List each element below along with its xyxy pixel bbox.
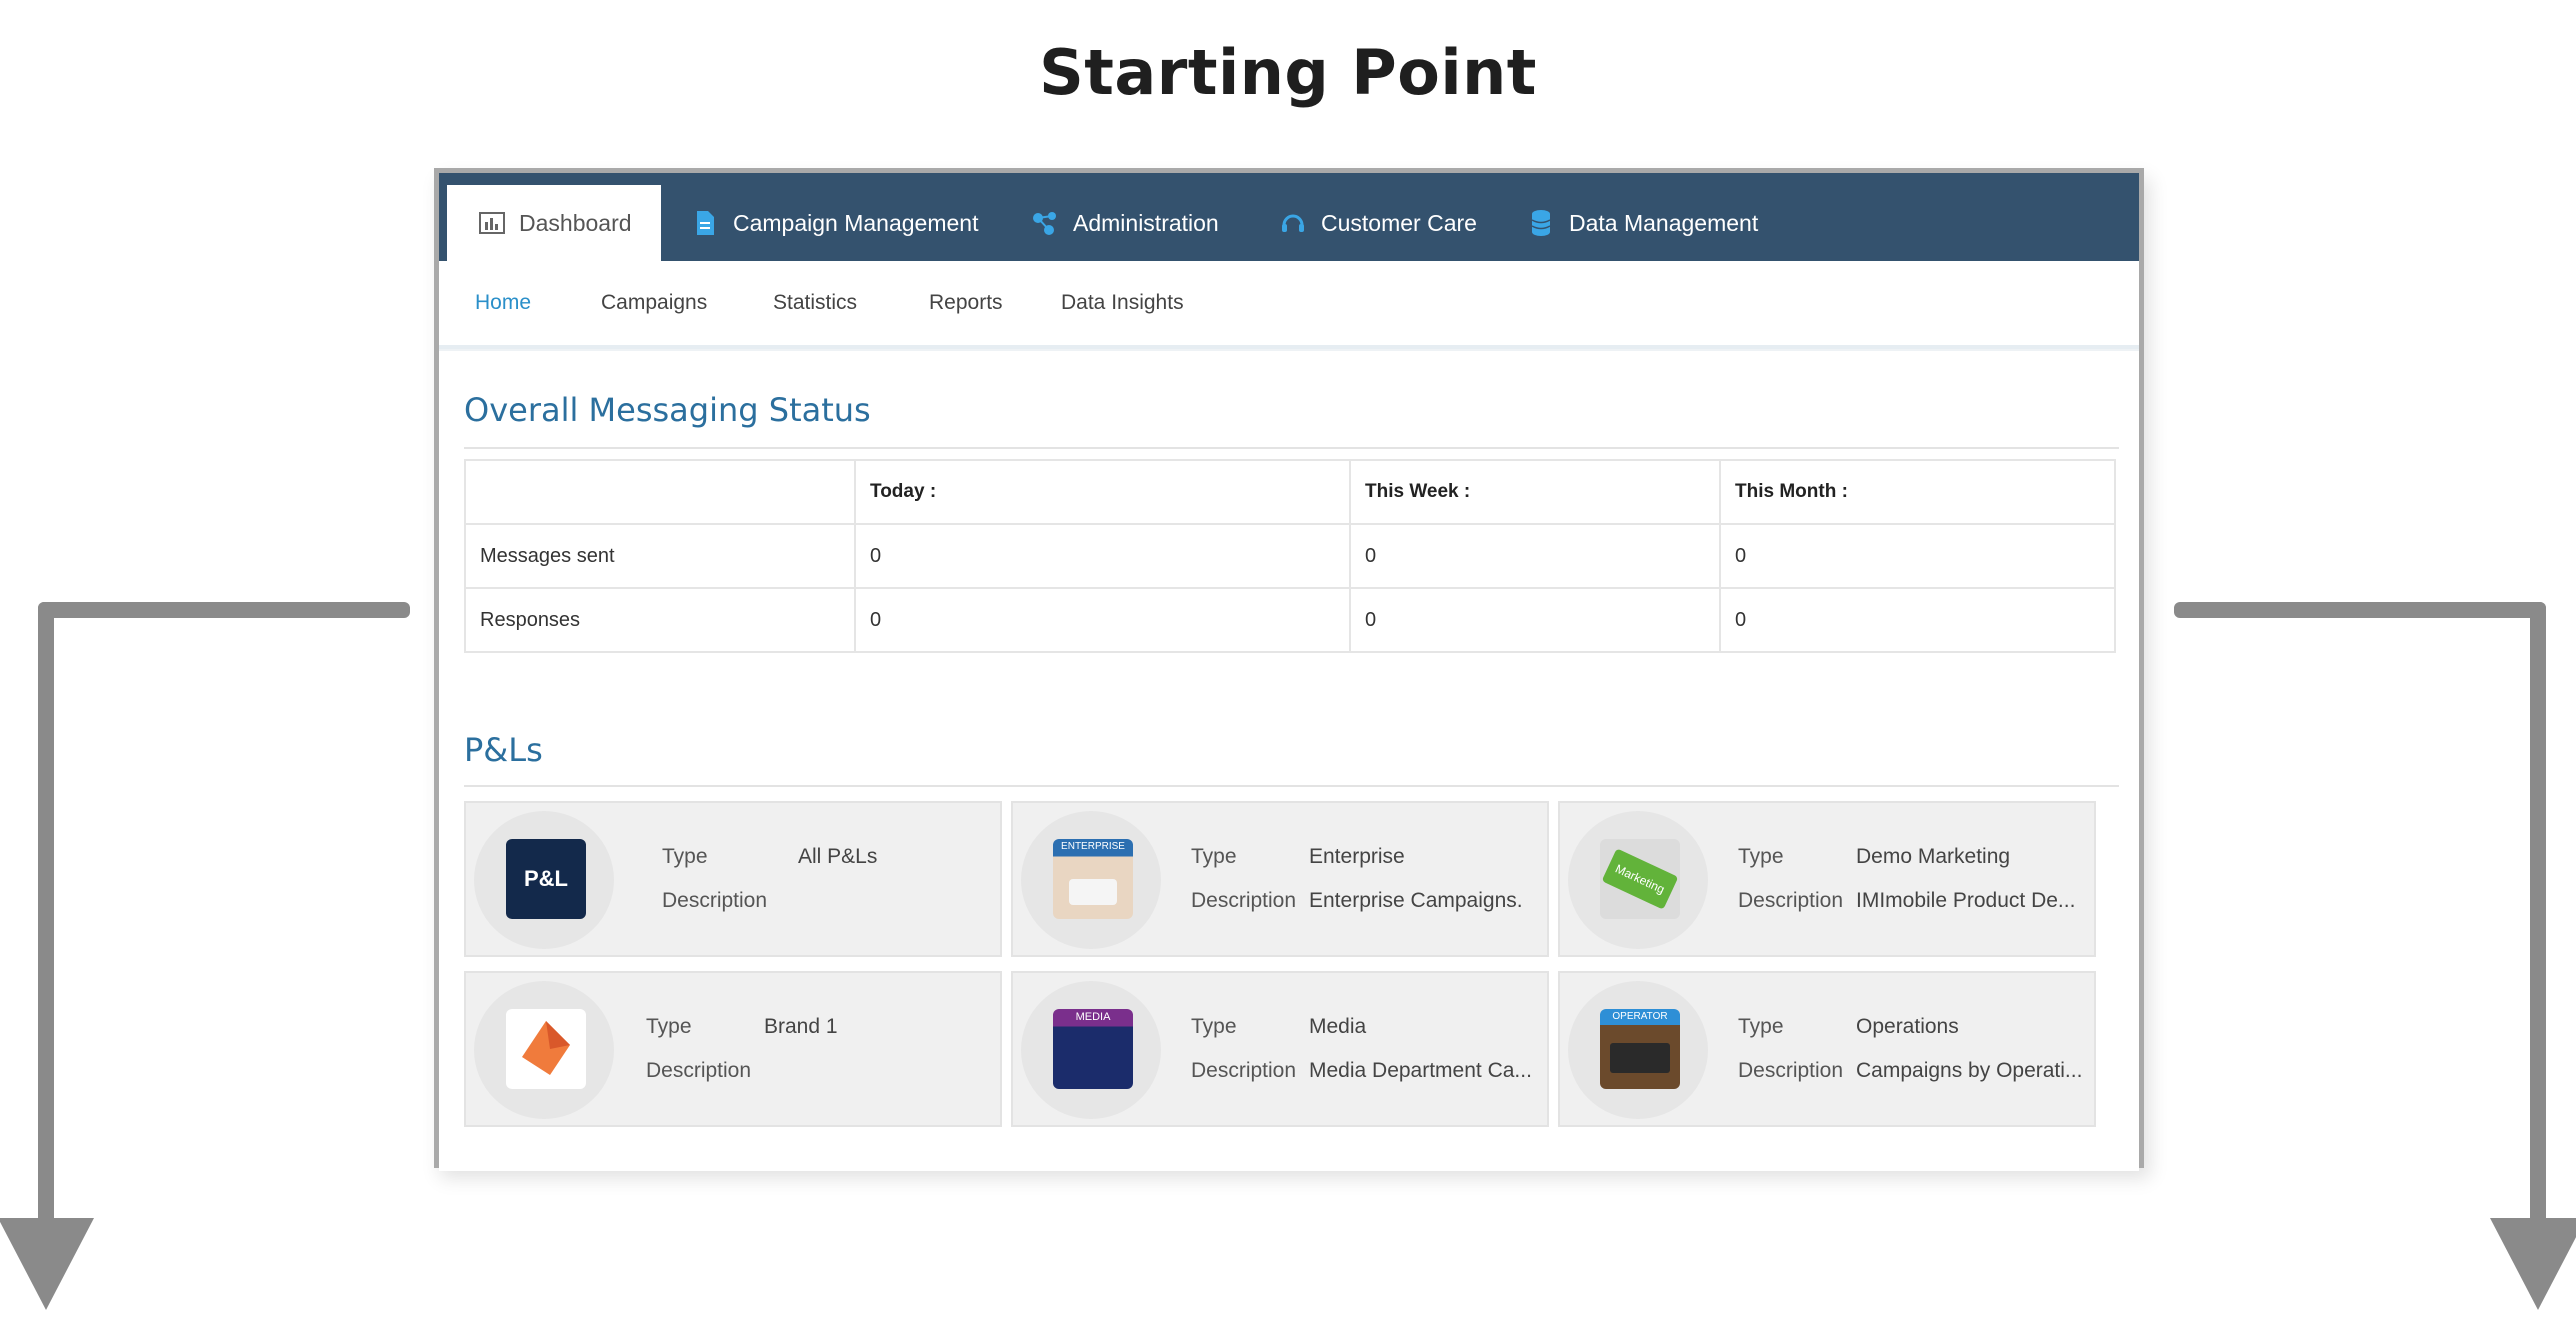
- tab-campaign-management[interactable]: Campaign Management: [691, 185, 978, 261]
- subtab-campaigns[interactable]: Campaigns: [601, 261, 707, 345]
- thumb-text: Marketing: [1601, 848, 1679, 910]
- thumb-text: ENTERPRISE: [1061, 841, 1125, 852]
- top-nav: Dashboard Campaign Management Administra…: [439, 173, 2139, 261]
- subtab-reports[interactable]: Reports: [929, 261, 1003, 345]
- thumb-text: OPERATOR: [1612, 1011, 1668, 1022]
- thumb-text: MEDIA: [1075, 1011, 1111, 1023]
- pl-logo-icon: P&L: [506, 839, 586, 919]
- cell-today: 0: [854, 587, 1351, 653]
- messaging-status-title: Overall Messaging Status: [464, 391, 871, 429]
- description-value: Enterprise Campaigns.: [1309, 889, 1523, 912]
- subtab-data-insights[interactable]: Data Insights: [1061, 261, 1184, 345]
- cell-week: 0: [1349, 523, 1721, 589]
- description-label: Description: [1191, 1059, 1297, 1082]
- subtab-statistics[interactable]: Statistics: [773, 261, 857, 345]
- column-header: This Month :: [1719, 459, 2116, 525]
- tab-label: Customer Care: [1321, 209, 1477, 236]
- pl-card-all[interactable]: P&L Type All P&Ls Description: [464, 801, 1002, 957]
- type-value: All P&Ls: [798, 845, 878, 868]
- description-label: Description: [662, 889, 768, 912]
- messaging-status-table: Today : This Week : This Month : Message…: [464, 459, 2116, 653]
- cell-week: 0: [1349, 587, 1721, 653]
- description-value: Media Department Ca...: [1309, 1059, 1532, 1082]
- sub-nav: Home Campaigns Statistics Reports Data I…: [439, 261, 2139, 349]
- database-icon: [1527, 209, 1555, 237]
- dashboard-content: Overall Messaging Status Today : This We…: [439, 349, 2139, 1171]
- app-window: Dashboard Campaign Management Administra…: [434, 168, 2144, 1171]
- tab-customer-care[interactable]: Customer Care: [1279, 185, 1477, 261]
- description-label: Description: [1738, 1059, 1844, 1082]
- table-row: Responses 0 0 0: [464, 587, 2116, 653]
- table-header-row: Today : This Week : This Month :: [464, 459, 2116, 525]
- document-icon: [691, 209, 719, 237]
- type-value: Media: [1309, 1015, 1367, 1038]
- table-row: Messages sent 0 0 0: [464, 523, 2116, 589]
- divider: [464, 785, 2119, 787]
- row-label: Responses: [464, 587, 856, 653]
- description-label: Description: [646, 1059, 752, 1082]
- column-header: Today :: [854, 459, 1351, 525]
- operator-image-icon: OPERATOR: [1600, 1009, 1680, 1089]
- description-value: IMImobile Product De...: [1856, 889, 2076, 912]
- type-label: Type: [1191, 1015, 1237, 1038]
- pls-title: P&Ls: [464, 731, 543, 769]
- row-label: Messages sent: [464, 523, 856, 589]
- marketing-keyboard-icon: Marketing: [1600, 839, 1680, 919]
- type-value: Operations: [1856, 1015, 1959, 1038]
- brand-logo-icon: [506, 1009, 586, 1089]
- tab-data-management[interactable]: Data Management: [1527, 185, 1758, 261]
- tab-label: Administration: [1073, 209, 1219, 236]
- tab-label: Dashboard: [519, 209, 632, 236]
- description-value: Campaigns by Operati...: [1856, 1059, 2083, 1082]
- pl-card-demo-marketing[interactable]: Marketing Type Demo Marketing Descriptio…: [1558, 801, 2096, 957]
- media-image-icon: MEDIA: [1053, 1009, 1133, 1089]
- type-label: Type: [646, 1015, 692, 1038]
- page-heading: Starting Point: [1039, 36, 1537, 109]
- type-label: Type: [662, 845, 708, 868]
- type-value: Enterprise: [1309, 845, 1405, 868]
- thumb-text: P&L: [524, 866, 568, 891]
- headset-icon: [1279, 209, 1307, 237]
- subtab-home[interactable]: Home: [475, 261, 531, 345]
- cell-today: 0: [854, 523, 1351, 589]
- pl-card-operations[interactable]: OPERATOR Type Operations Description Cam…: [1558, 971, 2096, 1127]
- tab-dashboard[interactable]: Dashboard: [447, 185, 661, 261]
- pl-card-brand-1[interactable]: Type Brand 1 Description: [464, 971, 1002, 1127]
- description-label: Description: [1191, 889, 1297, 912]
- enterprise-image-icon: ENTERPRISE: [1053, 839, 1133, 919]
- cell-month: 0: [1719, 523, 2116, 589]
- pl-card-media[interactable]: MEDIA Type Media Description Media Depar…: [1011, 971, 1549, 1127]
- description-label: Description: [1738, 889, 1844, 912]
- tab-administration[interactable]: Administration: [1031, 185, 1219, 261]
- type-value: Demo Marketing: [1856, 845, 2011, 868]
- type-value: Brand 1: [764, 1015, 838, 1038]
- column-header: [464, 459, 856, 525]
- bar-chart-icon: [479, 209, 505, 237]
- network-icon: [1031, 209, 1059, 237]
- pl-card-enterprise[interactable]: ENTERPRISE Type Enterprise Description E…: [1011, 801, 1549, 957]
- tab-label: Data Management: [1569, 209, 1759, 236]
- cell-month: 0: [1719, 587, 2116, 653]
- tab-label: Campaign Management: [733, 209, 979, 236]
- divider: [464, 447, 2119, 449]
- type-label: Type: [1738, 845, 1784, 868]
- type-label: Type: [1738, 1015, 1784, 1038]
- column-header: This Week :: [1349, 459, 1721, 525]
- type-label: Type: [1191, 845, 1237, 868]
